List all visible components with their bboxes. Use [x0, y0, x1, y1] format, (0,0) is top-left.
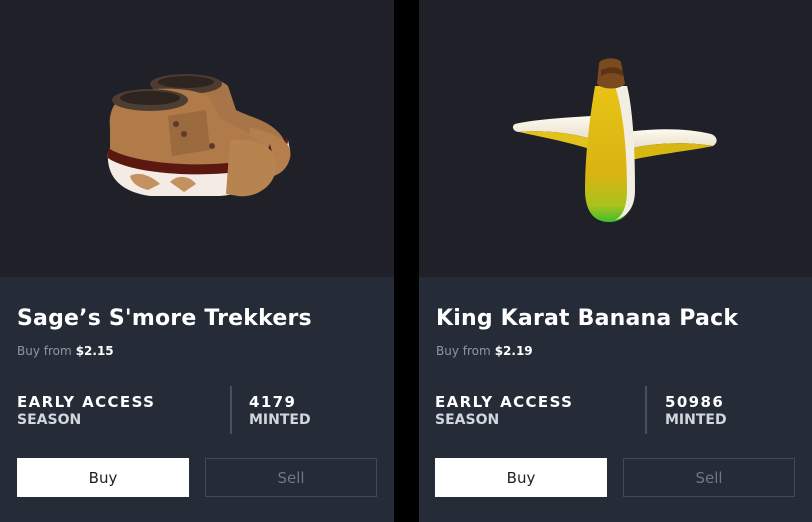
minted-label: MINTED: [665, 412, 727, 428]
stat-divider: [230, 386, 232, 434]
season-value: EARLY ACCESS: [17, 393, 156, 411]
price-row: Buy from $2.15: [17, 344, 114, 358]
item-title[interactable]: Sage’s S'more Trekkers: [17, 306, 312, 331]
item-title[interactable]: King Karat Banana Pack: [436, 306, 738, 331]
buy-from-label: Buy from: [17, 344, 72, 358]
season-label: SEASON: [435, 412, 500, 428]
buy-from-label: Buy from: [436, 344, 491, 358]
price-value: $2.19: [494, 344, 533, 358]
smore-trekkers-image: [107, 74, 291, 197]
minted-label: MINTED: [249, 412, 311, 428]
season-label: SEASON: [17, 412, 82, 428]
item-card[interactable]: Sage’s S'more Trekkers Buy from $2.15 EAR…: [0, 0, 394, 522]
buy-button[interactable]: Buy: [17, 458, 189, 497]
buy-button[interactable]: Buy: [435, 458, 607, 497]
item-image-area[interactable]: [419, 0, 812, 277]
minted-count: 50986: [665, 393, 725, 411]
season-value: EARLY ACCESS: [435, 393, 574, 411]
price-value: $2.15: [75, 344, 114, 358]
banana-pack-image: [512, 58, 717, 222]
minted-count: 4179: [249, 393, 297, 411]
price-row: Buy from $2.19: [436, 344, 533, 358]
sell-button[interactable]: Sell: [623, 458, 795, 497]
item-image-area[interactable]: [0, 0, 394, 277]
stat-divider: [645, 386, 647, 434]
sell-button[interactable]: Sell: [205, 458, 377, 497]
item-card[interactable]: King Karat Banana Pack Buy from $2.19 EAR…: [419, 0, 812, 522]
